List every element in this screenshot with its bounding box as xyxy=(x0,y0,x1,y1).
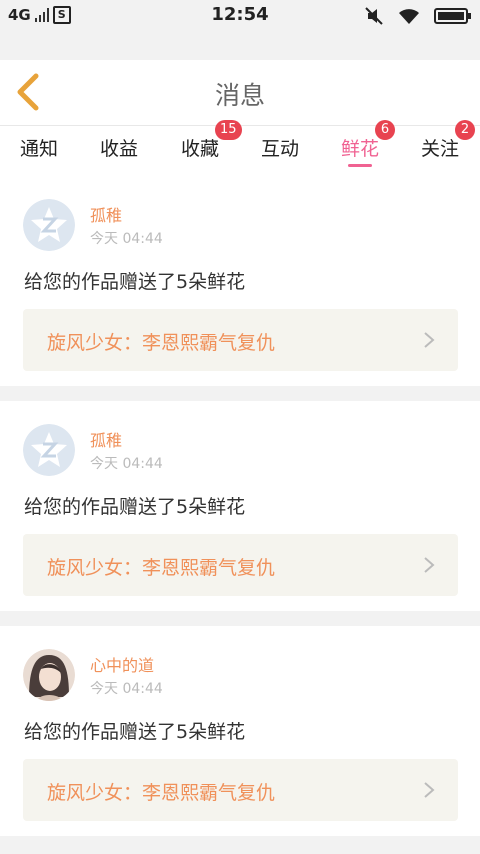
message-time: 今天 04:44 xyxy=(90,681,163,697)
battery-icon xyxy=(434,8,471,24)
badge-favorites: 15 xyxy=(215,120,242,140)
tab-label: 鲜花 xyxy=(341,138,380,160)
work-link[interactable]: 旋风少女：李恩熙霸气复仇 xyxy=(23,309,458,371)
user-name[interactable]: 心中的道 xyxy=(90,652,154,676)
tab-follow[interactable]: 关注 2 xyxy=(421,120,475,161)
tab-favorites[interactable]: 收藏 15 xyxy=(181,120,242,161)
work-title: 旋风少女：李恩熙霸气复仇 xyxy=(47,557,276,579)
tab-label: 通知 xyxy=(20,138,59,160)
user-name[interactable]: 孤稚 xyxy=(90,202,122,226)
chevron-right-icon xyxy=(424,332,435,348)
tab-label: 收益 xyxy=(100,138,139,160)
message-card[interactable]: 孤稚 今天 04:44 给您的作品赠送了5朵鲜花 旋风少女：李恩熙霸气复仇 xyxy=(0,176,480,386)
tab-label: 关注 xyxy=(421,138,460,160)
default-avatar-icon[interactable] xyxy=(23,199,75,251)
message-card[interactable]: 心中的道 今天 04:44 给您的作品赠送了5朵鲜花 旋风少女：李恩熙霸气复仇 xyxy=(0,626,480,836)
message-time: 今天 04:44 xyxy=(90,231,163,247)
status-right xyxy=(364,6,471,26)
message-text: 给您的作品赠送了5朵鲜花 xyxy=(24,496,246,518)
header: 消息 xyxy=(0,60,480,126)
tab-bar: 通知 收益 收藏 15 互动 鲜花 6 关注 2 xyxy=(0,120,480,176)
user-photo[interactable] xyxy=(23,649,75,701)
page-title: 消息 xyxy=(214,81,265,110)
tab-label: 互动 xyxy=(261,138,300,160)
status-bar: 4G S 12:54 xyxy=(0,0,480,32)
user-name[interactable]: 孤稚 xyxy=(90,427,122,451)
active-tab-indicator xyxy=(348,164,372,167)
tab-earnings[interactable]: 收益 xyxy=(100,134,138,161)
wifi-icon xyxy=(399,9,419,24)
tab-notice[interactable]: 通知 xyxy=(20,134,58,161)
tab-label: 收藏 xyxy=(181,138,220,160)
chevron-right-icon xyxy=(424,557,435,573)
message-time: 今天 04:44 xyxy=(90,456,163,472)
message-text: 给您的作品赠送了5朵鲜花 xyxy=(24,271,246,293)
tab-interaction[interactable]: 互动 xyxy=(261,134,299,161)
badge-flowers: 6 xyxy=(375,120,395,140)
default-avatar-icon[interactable] xyxy=(23,424,75,476)
tab-flowers[interactable]: 鲜花 6 xyxy=(341,120,395,167)
work-title: 旋风少女：李恩熙霸气复仇 xyxy=(47,782,276,804)
work-link[interactable]: 旋风少女：李恩熙霸气复仇 xyxy=(23,534,458,596)
message-text: 给您的作品赠送了5朵鲜花 xyxy=(24,721,246,743)
message-card[interactable]: 孤稚 今天 04:44 给您的作品赠送了5朵鲜花 旋风少女：李恩熙霸气复仇 xyxy=(0,401,480,611)
mute-icon xyxy=(365,7,383,25)
work-link[interactable]: 旋风少女：李恩熙霸气复仇 xyxy=(23,759,458,821)
chevron-right-icon xyxy=(424,782,435,798)
work-title: 旋风少女：李恩熙霸气复仇 xyxy=(47,332,276,354)
badge-follow: 2 xyxy=(455,120,475,140)
